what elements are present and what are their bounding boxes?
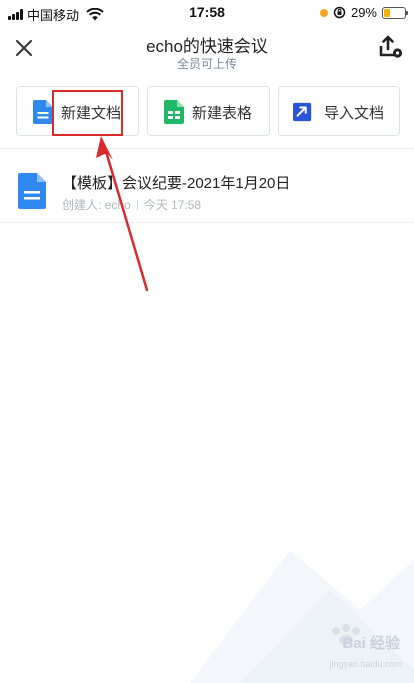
new-sheet-label: 新建表格 <box>192 105 253 122</box>
new-sheet-button[interactable]: 新建表格 <box>147 86 270 136</box>
meta-separator <box>136 199 138 210</box>
page-subtitle: 全员可上传 <box>176 57 237 71</box>
status-bar: 中国移动 17:58 29% <box>0 0 414 26</box>
document-icon <box>33 100 53 124</box>
file-creator: 创建人: echo <box>62 198 131 212</box>
watermark-brand: Bai 经验 <box>342 635 400 652</box>
import-doc-button[interactable]: 导入文档 <box>278 86 400 136</box>
watermark-url: jingyan.baidu.com <box>329 659 402 669</box>
annotation-highlight-box <box>52 90 123 136</box>
divider <box>0 148 414 149</box>
import-arrow-icon <box>293 102 312 122</box>
spreadsheet-icon <box>164 100 184 124</box>
file-meta: 创建人: echo 今天 17:58 <box>62 196 201 213</box>
file-time: 今天 17:58 <box>143 198 202 212</box>
status-right: 29% <box>319 5 408 20</box>
header: echo的快速会议 全员可上传 <box>0 26 414 76</box>
list-item[interactable]: 【模板】会议纪要-2021年1月20日 创建人: echo 今天 17:58 <box>0 160 414 222</box>
share-upload-icon[interactable] <box>378 34 404 60</box>
divider <box>0 222 414 223</box>
battery-fill <box>384 8 390 17</box>
battery-percent: 29% <box>350 5 377 20</box>
file-name: 【模板】会议纪要-2021年1月20日 <box>62 175 291 192</box>
battery-icon <box>382 6 408 19</box>
page-title: echo的快速会议 <box>146 37 268 56</box>
mic-indicator-dot <box>319 8 328 17</box>
document-icon <box>18 173 46 209</box>
import-doc-label: 导入文档 <box>324 105 385 122</box>
rotation-lock-icon <box>333 6 346 19</box>
